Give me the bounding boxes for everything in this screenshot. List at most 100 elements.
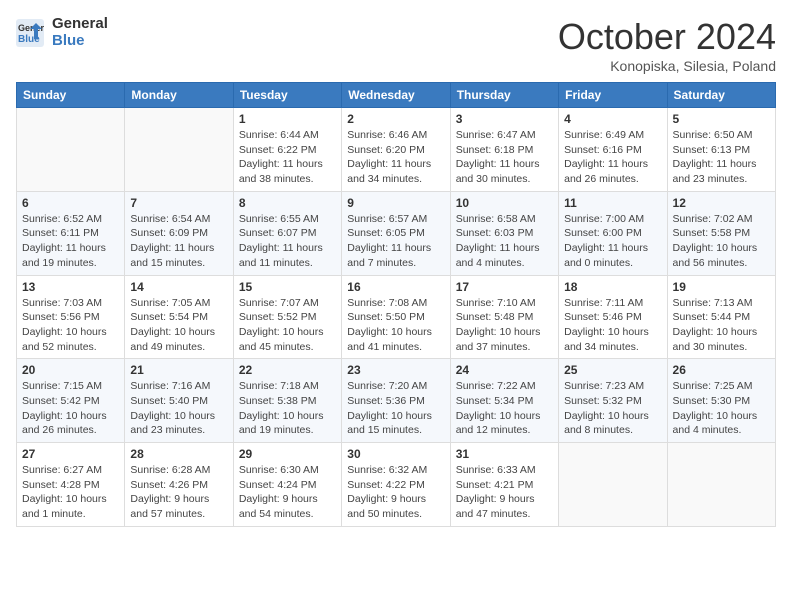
day-info: Sunrise: 7:10 AMSunset: 5:48 PMDaylight:… <box>456 296 553 355</box>
day-info: Sunrise: 6:58 AMSunset: 6:03 PMDaylight:… <box>456 212 553 271</box>
day-info: Sunrise: 6:49 AMSunset: 6:16 PMDaylight:… <box>564 128 661 187</box>
table-row: 23 Sunrise: 7:20 AMSunset: 5:36 PMDayligh… <box>342 359 450 443</box>
table-row: 16 Sunrise: 7:08 AMSunset: 5:50 PMDayligh… <box>342 275 450 359</box>
logo-general: General <box>52 16 108 33</box>
table-row <box>559 443 667 527</box>
col-friday: Friday <box>559 83 667 108</box>
day-number: 8 <box>239 196 336 210</box>
day-info: Sunrise: 6:52 AMSunset: 6:11 PMDaylight:… <box>22 212 119 271</box>
day-info: Sunrise: 7:18 AMSunset: 5:38 PMDaylight:… <box>239 379 336 438</box>
logo: General Blue General Blue <box>16 16 108 49</box>
day-number: 16 <box>347 280 444 294</box>
day-number: 27 <box>22 447 119 461</box>
day-number: 13 <box>22 280 119 294</box>
logo-icon: General Blue <box>16 19 44 47</box>
day-info: Sunrise: 6:46 AMSunset: 6:20 PMDaylight:… <box>347 128 444 187</box>
title-section: October 2024 Konopiska, Silesia, Poland <box>558 16 776 74</box>
calendar-week-row: 27 Sunrise: 6:27 AMSunset: 4:28 PMDayligh… <box>17 443 776 527</box>
col-thursday: Thursday <box>450 83 558 108</box>
day-number: 18 <box>564 280 661 294</box>
calendar-week-row: 1Sunrise: 6:44 AMSunset: 6:22 PMDaylight… <box>17 108 776 192</box>
day-number: 29 <box>239 447 336 461</box>
col-wednesday: Wednesday <box>342 83 450 108</box>
day-number: 12 <box>673 196 770 210</box>
day-number: 3 <box>456 112 553 126</box>
table-row: 27 Sunrise: 6:27 AMSunset: 4:28 PMDayligh… <box>17 443 125 527</box>
day-info: Sunrise: 7:13 AMSunset: 5:44 PMDaylight:… <box>673 296 770 355</box>
day-info: Sunrise: 6:57 AMSunset: 6:05 PMDaylight:… <box>347 212 444 271</box>
day-info: Sunrise: 6:32 AMSunset: 4:22 PMDaylight:… <box>347 463 444 522</box>
day-info: Sunrise: 6:27 AMSunset: 4:28 PMDaylight:… <box>22 463 119 522</box>
day-info: Sunrise: 7:00 AMSunset: 6:00 PMDaylight:… <box>564 212 661 271</box>
day-number: 19 <box>673 280 770 294</box>
table-row: 19 Sunrise: 7:13 AMSunset: 5:44 PMDayligh… <box>667 275 775 359</box>
table-row: 12 Sunrise: 7:02 AMSunset: 5:58 PMDayligh… <box>667 191 775 275</box>
calendar-week-row: 6 Sunrise: 6:52 AMSunset: 6:11 PMDaylight… <box>17 191 776 275</box>
table-row <box>17 108 125 192</box>
day-info: Sunrise: 7:11 AMSunset: 5:46 PMDaylight:… <box>564 296 661 355</box>
day-info: Sunrise: 7:16 AMSunset: 5:40 PMDaylight:… <box>130 379 227 438</box>
day-info: Sunrise: 7:22 AMSunset: 5:34 PMDaylight:… <box>456 379 553 438</box>
day-number: 17 <box>456 280 553 294</box>
day-info: Sunrise: 7:05 AMSunset: 5:54 PMDaylight:… <box>130 296 227 355</box>
table-row: 21 Sunrise: 7:16 AMSunset: 5:40 PMDayligh… <box>125 359 233 443</box>
logo-blue: Blue <box>52 33 108 50</box>
table-row: 11 Sunrise: 7:00 AMSunset: 6:00 PMDayligh… <box>559 191 667 275</box>
table-row: 26 Sunrise: 7:25 AMSunset: 5:30 PMDayligh… <box>667 359 775 443</box>
calendar-header-row: Sunday Monday Tuesday Wednesday Thursday… <box>17 83 776 108</box>
table-row: 2Sunrise: 6:46 AMSunset: 6:20 PMDaylight… <box>342 108 450 192</box>
day-number: 4 <box>564 112 661 126</box>
month-title: October 2024 <box>558 16 776 58</box>
day-info: Sunrise: 6:55 AMSunset: 6:07 PMDaylight:… <box>239 212 336 271</box>
day-number: 9 <box>347 196 444 210</box>
table-row: 5 Sunrise: 6:50 AMSunset: 6:13 PMDaylight… <box>667 108 775 192</box>
day-info: Sunrise: 6:28 AMSunset: 4:26 PMDaylight:… <box>130 463 227 522</box>
day-number: 5 <box>673 112 770 126</box>
table-row: 31Sunrise: 6:33 AMSunset: 4:21 PMDayligh… <box>450 443 558 527</box>
table-row: 22 Sunrise: 7:18 AMSunset: 5:38 PMDayligh… <box>233 359 341 443</box>
day-info: Sunrise: 7:08 AMSunset: 5:50 PMDaylight:… <box>347 296 444 355</box>
day-info: Sunrise: 7:02 AMSunset: 5:58 PMDaylight:… <box>673 212 770 271</box>
calendar-table: Sunday Monday Tuesday Wednesday Thursday… <box>16 82 776 527</box>
table-row: 9 Sunrise: 6:57 AMSunset: 6:05 PMDaylight… <box>342 191 450 275</box>
table-row: 14Sunrise: 7:05 AMSunset: 5:54 PMDayligh… <box>125 275 233 359</box>
page-header: General Blue General Blue October 2024 K… <box>16 16 776 74</box>
day-info: Sunrise: 6:30 AMSunset: 4:24 PMDaylight:… <box>239 463 336 522</box>
day-number: 23 <box>347 363 444 377</box>
calendar-week-row: 20Sunrise: 7:15 AMSunset: 5:42 PMDayligh… <box>17 359 776 443</box>
day-number: 25 <box>564 363 661 377</box>
col-monday: Monday <box>125 83 233 108</box>
day-info: Sunrise: 7:23 AMSunset: 5:32 PMDaylight:… <box>564 379 661 438</box>
day-info: Sunrise: 7:03 AMSunset: 5:56 PMDaylight:… <box>22 296 119 355</box>
day-info: Sunrise: 6:33 AMSunset: 4:21 PMDaylight:… <box>456 463 553 522</box>
table-row: 3 Sunrise: 6:47 AMSunset: 6:18 PMDaylight… <box>450 108 558 192</box>
table-row: 1Sunrise: 6:44 AMSunset: 6:22 PMDaylight… <box>233 108 341 192</box>
col-sunday: Sunday <box>17 83 125 108</box>
day-number: 7 <box>130 196 227 210</box>
day-number: 26 <box>673 363 770 377</box>
day-number: 28 <box>130 447 227 461</box>
day-info: Sunrise: 7:20 AMSunset: 5:36 PMDaylight:… <box>347 379 444 438</box>
table-row: 20Sunrise: 7:15 AMSunset: 5:42 PMDayligh… <box>17 359 125 443</box>
table-row: 24Sunrise: 7:22 AMSunset: 5:34 PMDayligh… <box>450 359 558 443</box>
day-number: 6 <box>22 196 119 210</box>
day-info: Sunrise: 6:50 AMSunset: 6:13 PMDaylight:… <box>673 128 770 187</box>
day-number: 11 <box>564 196 661 210</box>
table-row: 7 Sunrise: 6:54 AMSunset: 6:09 PMDaylight… <box>125 191 233 275</box>
day-number: 21 <box>130 363 227 377</box>
table-row: 18 Sunrise: 7:11 AMSunset: 5:46 PMDayligh… <box>559 275 667 359</box>
day-info: Sunrise: 6:54 AMSunset: 6:09 PMDaylight:… <box>130 212 227 271</box>
day-number: 15 <box>239 280 336 294</box>
day-number: 30 <box>347 447 444 461</box>
table-row: 25 Sunrise: 7:23 AMSunset: 5:32 PMDayligh… <box>559 359 667 443</box>
col-tuesday: Tuesday <box>233 83 341 108</box>
day-info: Sunrise: 7:25 AMSunset: 5:30 PMDaylight:… <box>673 379 770 438</box>
table-row: 10 Sunrise: 6:58 AMSunset: 6:03 PMDayligh… <box>450 191 558 275</box>
day-number: 10 <box>456 196 553 210</box>
day-number: 1 <box>239 112 336 126</box>
location: Konopiska, Silesia, Poland <box>558 58 776 74</box>
day-number: 22 <box>239 363 336 377</box>
day-info: Sunrise: 6:47 AMSunset: 6:18 PMDaylight:… <box>456 128 553 187</box>
table-row: 29 Sunrise: 6:30 AMSunset: 4:24 PMDayligh… <box>233 443 341 527</box>
calendar-week-row: 13 Sunrise: 7:03 AMSunset: 5:56 PMDayligh… <box>17 275 776 359</box>
